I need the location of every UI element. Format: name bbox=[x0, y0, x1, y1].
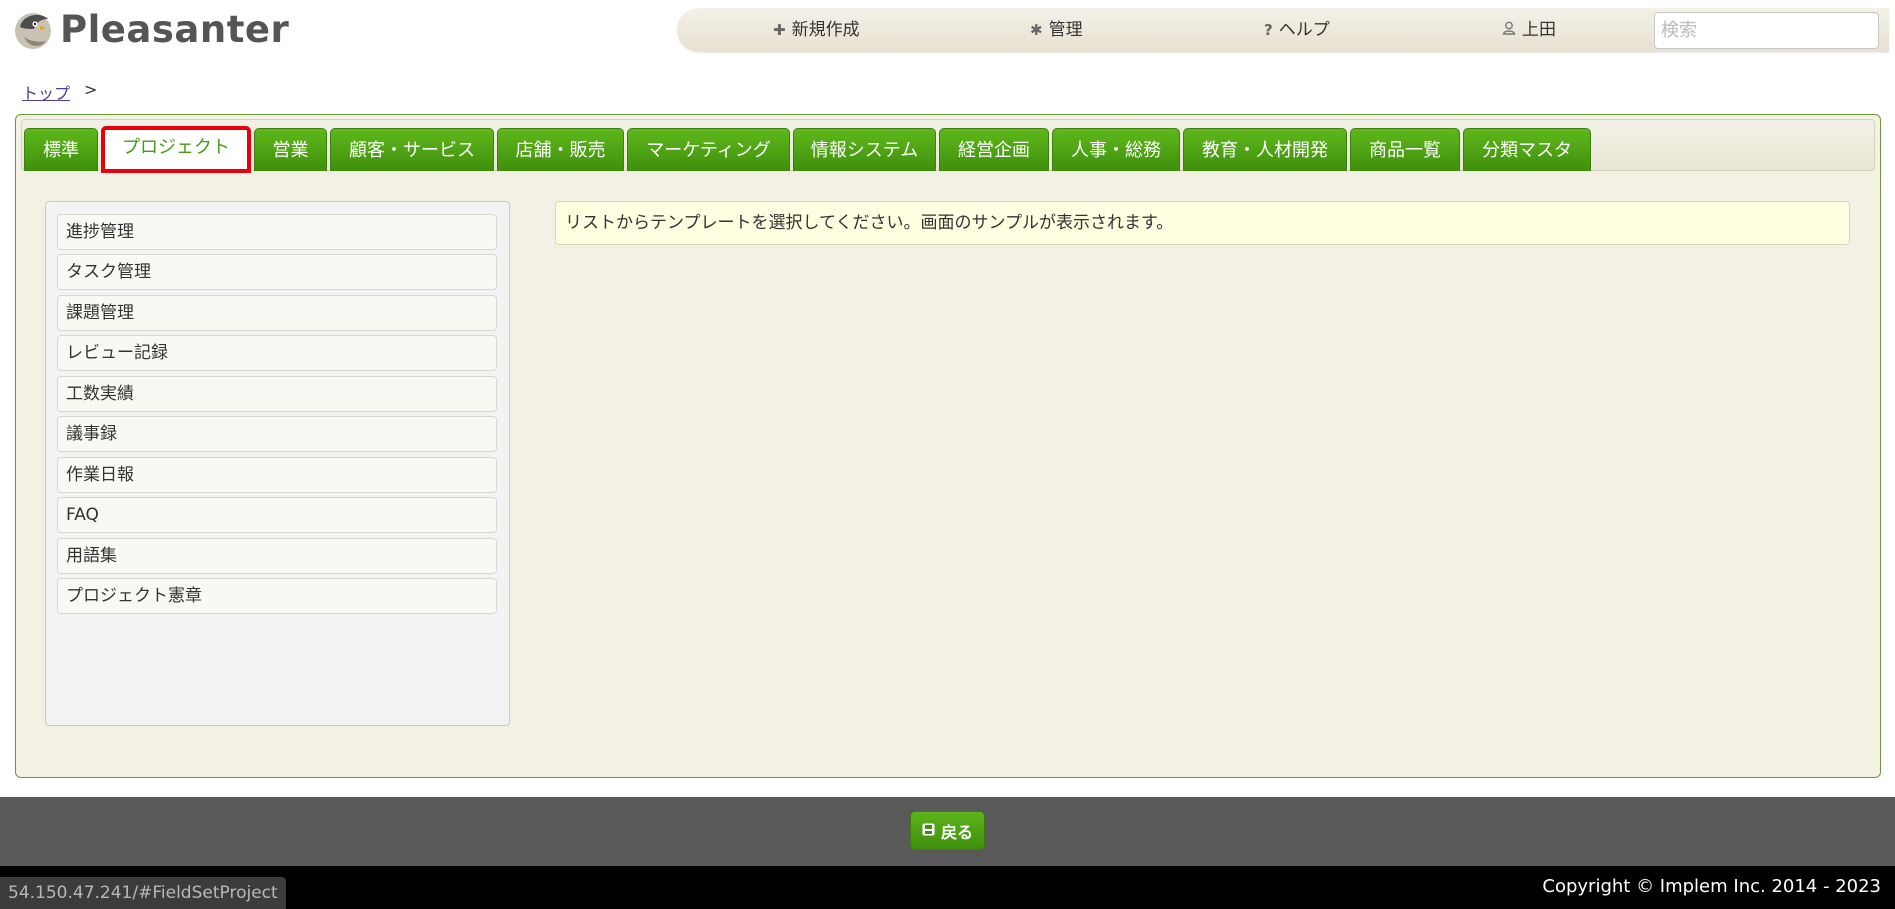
new-item-label: 新規作成 bbox=[791, 20, 860, 40]
back-button[interactable]: 戻る bbox=[910, 811, 985, 850]
back-label: 戻る bbox=[940, 822, 973, 842]
tab-education-hr-development[interactable]: 教育・人材開発 bbox=[1183, 128, 1347, 171]
action-bar: 戻る bbox=[0, 797, 1895, 866]
question-icon: ? bbox=[1264, 21, 1273, 39]
back-icon bbox=[922, 821, 935, 840]
template-item-faq[interactable]: FAQ bbox=[57, 497, 497, 533]
category-tabbar: 標準 プロジェクト 営業 顧客・サービス 店舗・販売 マーケティング 情報システ… bbox=[21, 119, 1875, 173]
search-input[interactable] bbox=[1654, 12, 1879, 49]
tab-management-planning[interactable]: 経営企画 bbox=[939, 128, 1049, 171]
tab-marketing[interactable]: マーケティング bbox=[627, 128, 790, 171]
template-item-glossary[interactable]: 用語集 bbox=[57, 538, 497, 574]
tab-project[interactable]: プロジェクト bbox=[101, 126, 251, 173]
template-frame: 標準 プロジェクト 営業 顧客・サービス 店舗・販売 マーケティング 情報システ… bbox=[15, 114, 1881, 778]
admin-label: 管理 bbox=[1048, 20, 1083, 40]
logo-text: Pleasanter bbox=[60, 8, 290, 51]
template-item-issue[interactable]: 課題管理 bbox=[57, 295, 497, 331]
status-url: 54.150.47.241/#FieldSetProject bbox=[0, 877, 286, 909]
bird-logo-icon bbox=[10, 7, 56, 53]
plus-icon: ✚ bbox=[773, 21, 786, 39]
user-menu[interactable]: 上田 bbox=[1502, 8, 1556, 52]
logo[interactable]: Pleasanter bbox=[10, 8, 289, 52]
admin-menu[interactable]: ✱ 管理 bbox=[1030, 8, 1083, 52]
tab-store-sales[interactable]: 店舗・販売 bbox=[497, 128, 624, 171]
new-item-menu[interactable]: ✚ 新規作成 bbox=[773, 8, 860, 52]
template-item-review[interactable]: レビュー記録 bbox=[57, 335, 497, 371]
tab-sales[interactable]: 営業 bbox=[254, 128, 327, 171]
template-item-workhours[interactable]: 工数実績 bbox=[57, 376, 497, 412]
template-item-project-charter[interactable]: プロジェクト憲章 bbox=[57, 578, 497, 614]
user-label: 上田 bbox=[1522, 20, 1556, 40]
help-label: ヘルプ bbox=[1278, 20, 1330, 40]
template-list: 進捗管理 タスク管理 課題管理 レビュー記録 工数実績 議事録 作業日報 FAQ… bbox=[45, 201, 510, 726]
template-item-minutes[interactable]: 議事録 bbox=[57, 416, 497, 452]
gear-icon: ✱ bbox=[1030, 21, 1043, 39]
breadcrumb: トップ > bbox=[22, 80, 97, 104]
tab-classification-master[interactable]: 分類マスタ bbox=[1463, 128, 1591, 171]
instruction-message: リストからテンプレートを選択してください。画面のサンプルが表示されます。 bbox=[555, 201, 1850, 245]
template-item-task[interactable]: タスク管理 bbox=[57, 254, 497, 290]
breadcrumb-separator: > bbox=[84, 80, 98, 99]
tab-information-system[interactable]: 情報システム bbox=[793, 128, 936, 171]
tab-hr-general-affairs[interactable]: 人事・総務 bbox=[1052, 128, 1180, 171]
tab-product-list[interactable]: 商品一覧 bbox=[1350, 128, 1460, 171]
template-item-progress[interactable]: 進捗管理 bbox=[57, 214, 497, 250]
copyright-text: Copyright © Implem Inc. 2014 - 2023 bbox=[1542, 876, 1881, 897]
user-icon bbox=[1502, 8, 1516, 52]
tab-standard[interactable]: 標準 bbox=[24, 128, 98, 171]
header: Pleasanter ✚ 新規作成 ✱ 管理 ? ヘルプ 上田 bbox=[0, 0, 1895, 64]
help-menu[interactable]: ? ヘルプ bbox=[1264, 8, 1330, 52]
tab-customer-service[interactable]: 顧客・サービス bbox=[330, 128, 494, 171]
template-item-daily-report[interactable]: 作業日報 bbox=[57, 457, 497, 493]
breadcrumb-top-link[interactable]: トップ bbox=[22, 80, 70, 104]
